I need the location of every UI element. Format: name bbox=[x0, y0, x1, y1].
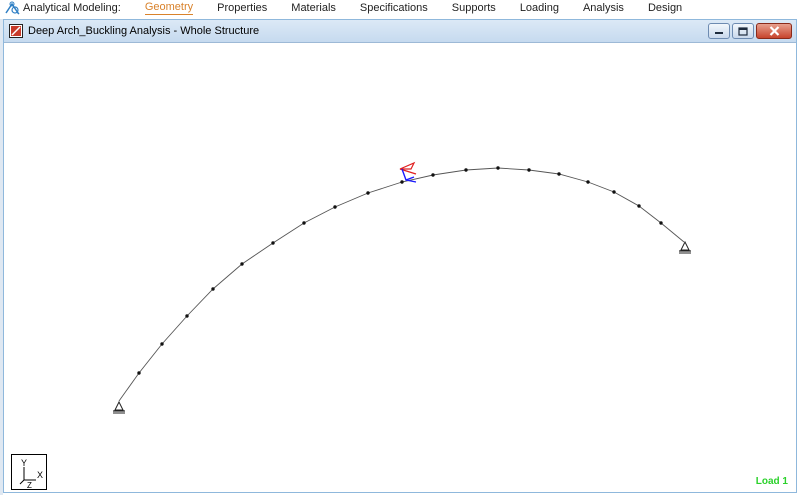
arch-member-line[interactable] bbox=[118, 167, 685, 402]
menu-design[interactable]: Design bbox=[648, 2, 682, 15]
menu-supports[interactable]: Supports bbox=[452, 2, 496, 15]
arch-node[interactable] bbox=[586, 180, 590, 184]
structure-canvas[interactable] bbox=[4, 43, 796, 492]
minimize-button[interactable] bbox=[708, 23, 730, 39]
axis-x-label: X bbox=[37, 470, 43, 480]
structure-view-window: Deep Arch_Buckling Analysis - Whole Stru… bbox=[3, 19, 797, 493]
window-controls bbox=[706, 23, 792, 39]
menu-properties[interactable]: Properties bbox=[217, 2, 267, 15]
minimize-icon bbox=[715, 32, 723, 34]
arch-node[interactable] bbox=[211, 287, 215, 291]
view-window-icon bbox=[9, 24, 23, 38]
window-title: Deep Arch_Buckling Analysis - Whole Stru… bbox=[28, 25, 260, 37]
arch-node[interactable] bbox=[160, 342, 164, 346]
deep-arch-structure bbox=[118, 166, 685, 402]
analytical-modeling-label: Analytical Modeling: bbox=[23, 2, 121, 14]
support-right-icon bbox=[679, 240, 691, 254]
arch-node[interactable] bbox=[333, 205, 337, 209]
support-left-icon bbox=[113, 400, 125, 414]
axis-triad: Y X Z bbox=[11, 454, 47, 490]
analytical-modeling-icon bbox=[5, 1, 20, 15]
arch-node[interactable] bbox=[659, 221, 663, 225]
maximize-icon bbox=[738, 26, 748, 36]
arch-node[interactable] bbox=[271, 241, 275, 245]
load-case-label: Load 1 bbox=[755, 476, 788, 487]
menu-materials[interactable]: Materials bbox=[291, 2, 336, 15]
axis-triad-icon: Y X Z bbox=[19, 458, 43, 490]
close-button[interactable] bbox=[756, 23, 792, 39]
arch-node[interactable] bbox=[366, 191, 370, 195]
axis-z-label: Z bbox=[27, 481, 32, 489]
window-titlebar[interactable]: Deep Arch_Buckling Analysis - Whole Stru… bbox=[4, 20, 796, 43]
arch-node[interactable] bbox=[496, 166, 500, 170]
arch-node[interactable] bbox=[137, 371, 141, 375]
arch-node[interactable] bbox=[464, 168, 468, 172]
menu-analysis[interactable]: Analysis bbox=[583, 2, 624, 15]
arch-node[interactable] bbox=[240, 262, 244, 266]
close-icon bbox=[769, 26, 779, 36]
maximize-button[interactable] bbox=[732, 23, 754, 39]
arch-node[interactable] bbox=[527, 168, 531, 172]
menu-loading[interactable]: Loading bbox=[520, 2, 559, 15]
arch-node[interactable] bbox=[400, 180, 404, 184]
arch-node[interactable] bbox=[557, 172, 561, 176]
arch-node[interactable] bbox=[185, 314, 189, 318]
menu-specifications[interactable]: Specifications bbox=[360, 2, 428, 15]
arch-node[interactable] bbox=[637, 204, 641, 208]
ribbon-menubar: Analytical Modeling: Geometry Properties… bbox=[0, 0, 800, 16]
arch-node[interactable] bbox=[431, 173, 435, 177]
arch-node[interactable] bbox=[302, 221, 306, 225]
menu-geometry[interactable]: Geometry bbox=[144, 1, 194, 15]
arch-node[interactable] bbox=[612, 190, 616, 194]
axis-y-label: Y bbox=[21, 458, 27, 468]
